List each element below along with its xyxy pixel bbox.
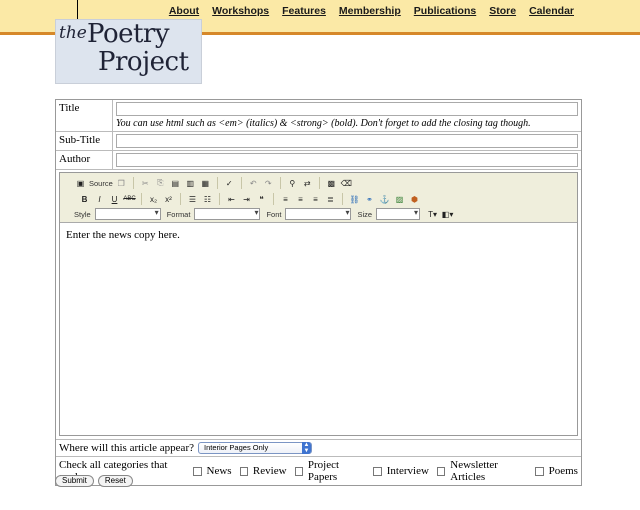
bold-icon[interactable]: B bbox=[78, 193, 91, 206]
nav-calendar[interactable]: Calendar bbox=[529, 5, 574, 17]
author-label: Author bbox=[56, 151, 113, 169]
site-logo[interactable]: the Poetry Project bbox=[55, 19, 202, 84]
interview-checkbox[interactable] bbox=[373, 466, 382, 476]
divider-line bbox=[77, 0, 78, 19]
templates-icon[interactable]: ❐ bbox=[115, 177, 128, 190]
subtitle-label: Sub-Title bbox=[56, 132, 113, 150]
submit-button[interactable]: Submit bbox=[55, 475, 94, 487]
editor-toolbar: ▣ Source ❐ ✂ ⎘ ▤ ▥ ▦ ✓ ↶ ↷ ⚲ ⇄ ▩ ⌫ B I U… bbox=[60, 173, 577, 223]
nav-features[interactable]: Features bbox=[282, 5, 326, 17]
nav-membership[interactable]: Membership bbox=[339, 5, 401, 17]
news-checkbox[interactable] bbox=[193, 466, 202, 476]
italic-icon[interactable]: I bbox=[93, 193, 106, 206]
author-input[interactable] bbox=[116, 153, 578, 167]
logo-the: the bbox=[59, 23, 87, 43]
numbered-list-icon[interactable]: ☰ bbox=[186, 193, 199, 206]
size-combo[interactable] bbox=[376, 208, 421, 220]
placement-question: Where will this article appear? bbox=[59, 442, 194, 454]
font-label: Font bbox=[266, 209, 282, 219]
paste-icon[interactable]: ▤ bbox=[169, 177, 182, 190]
poems-checkbox[interactable] bbox=[535, 466, 544, 476]
category-label: News bbox=[206, 465, 232, 477]
editor-row: ▣ Source ❐ ✂ ⎘ ▤ ▥ ▦ ✓ ↶ ↷ ⚲ ⇄ ▩ ⌫ B I U… bbox=[56, 170, 581, 440]
replace-icon[interactable]: ⇄ bbox=[301, 177, 314, 190]
size-label: Size bbox=[357, 209, 373, 219]
remove-format-icon[interactable]: ⌫ bbox=[340, 177, 353, 190]
align-center-icon[interactable]: ≡ bbox=[294, 193, 307, 206]
undo-icon[interactable]: ↶ bbox=[247, 177, 260, 190]
category-label: Poems bbox=[548, 465, 578, 477]
logo-project: Project bbox=[98, 47, 189, 77]
select-arrows-icon: ▲ ▼ bbox=[302, 442, 311, 454]
redo-icon[interactable]: ↷ bbox=[262, 177, 275, 190]
subtitle-input[interactable] bbox=[116, 134, 578, 148]
indent-icon[interactable]: ⇥ bbox=[240, 193, 253, 206]
format-label: Format bbox=[166, 209, 191, 219]
title-label: Title bbox=[56, 100, 113, 131]
rich-text-editor: ▣ Source ❐ ✂ ⎘ ▤ ▥ ▦ ✓ ↶ ↷ ⚲ ⇄ ▩ ⌫ B I U… bbox=[59, 172, 578, 436]
font-combo[interactable] bbox=[285, 208, 352, 220]
review-checkbox[interactable] bbox=[239, 466, 248, 476]
subscript-icon[interactable]: x₂ bbox=[147, 193, 160, 206]
nav-workshops[interactable]: Workshops bbox=[212, 5, 269, 17]
image-icon[interactable]: ▨ bbox=[393, 193, 406, 206]
category-label: Interview bbox=[386, 465, 429, 477]
news-form: Title You can use html such as <em> (ita… bbox=[55, 99, 582, 486]
anchor-icon[interactable]: ⚓ bbox=[378, 193, 391, 206]
outdent-icon[interactable]: ⇤ bbox=[225, 193, 238, 206]
style-label: Style bbox=[74, 209, 91, 219]
bullet-list-icon[interactable]: ☷ bbox=[201, 193, 214, 206]
source-icon[interactable]: ▣ bbox=[74, 177, 87, 190]
strike-icon[interactable]: ABC bbox=[123, 193, 136, 206]
justify-icon[interactable]: ≣ bbox=[324, 193, 337, 206]
newsletter-articles-checkbox[interactable] bbox=[436, 466, 446, 476]
category-label: Review bbox=[252, 465, 287, 477]
placement-selected: Interior Pages Only bbox=[204, 443, 269, 452]
title-input[interactable] bbox=[116, 102, 578, 116]
nav-about[interactable]: About bbox=[169, 5, 199, 17]
superscript-icon[interactable]: x² bbox=[162, 193, 175, 206]
subtitle-row: Sub-Title bbox=[56, 132, 581, 151]
select-all-icon[interactable]: ▩ bbox=[325, 177, 338, 190]
title-hint: You can use html such as <em> (italics) … bbox=[116, 118, 531, 129]
copy-icon[interactable]: ⎘ bbox=[154, 177, 167, 190]
placement-select[interactable]: Interior Pages Only ▲ ▼ bbox=[198, 442, 312, 454]
paste-word-icon[interactable]: ▦ bbox=[199, 177, 212, 190]
text-color-icon[interactable]: T▾ bbox=[426, 208, 439, 221]
category-label: Project Papers bbox=[307, 459, 340, 483]
reset-button[interactable]: Reset bbox=[97, 475, 133, 487]
title-row: Title You can use html such as <em> (ita… bbox=[56, 100, 581, 132]
author-row: Author bbox=[56, 151, 581, 170]
underline-icon[interactable]: U bbox=[108, 193, 121, 206]
find-icon[interactable]: ⚲ bbox=[286, 177, 299, 190]
categories-row: Check all categories that apply: News Re… bbox=[56, 457, 581, 485]
paste-text-icon[interactable]: ▥ bbox=[184, 177, 197, 190]
form-buttons: Submit Reset bbox=[55, 475, 133, 487]
align-right-icon[interactable]: ≡ bbox=[309, 193, 322, 206]
source-button[interactable]: Source bbox=[89, 179, 113, 188]
cut-icon[interactable]: ✂ bbox=[139, 177, 152, 190]
logo-poetry: Poetry bbox=[87, 19, 170, 49]
main-nav: About Workshops Features Membership Publ… bbox=[156, 5, 574, 17]
project-papers-checkbox[interactable] bbox=[294, 466, 303, 476]
align-left-icon[interactable]: ≡ bbox=[279, 193, 292, 206]
style-combo[interactable] bbox=[94, 208, 161, 220]
link-icon[interactable]: ⛓ bbox=[348, 193, 361, 206]
bg-color-icon[interactable]: ◧▾ bbox=[441, 208, 454, 221]
editor-content[interactable]: Enter the news copy here. bbox=[60, 223, 577, 247]
format-combo[interactable] bbox=[194, 208, 261, 220]
spellcheck-icon[interactable]: ✓ bbox=[223, 177, 236, 190]
flash-icon[interactable]: ⬢ bbox=[408, 193, 421, 206]
nav-store[interactable]: Store bbox=[489, 5, 516, 17]
blockquote-icon[interactable]: ❝ bbox=[255, 193, 268, 206]
unlink-icon[interactable]: ⚭ bbox=[363, 193, 376, 206]
placement-row: Where will this article appear? Interior… bbox=[56, 440, 581, 457]
nav-publications[interactable]: Publications bbox=[414, 5, 476, 17]
category-label: Newsletter Articles bbox=[450, 459, 498, 483]
